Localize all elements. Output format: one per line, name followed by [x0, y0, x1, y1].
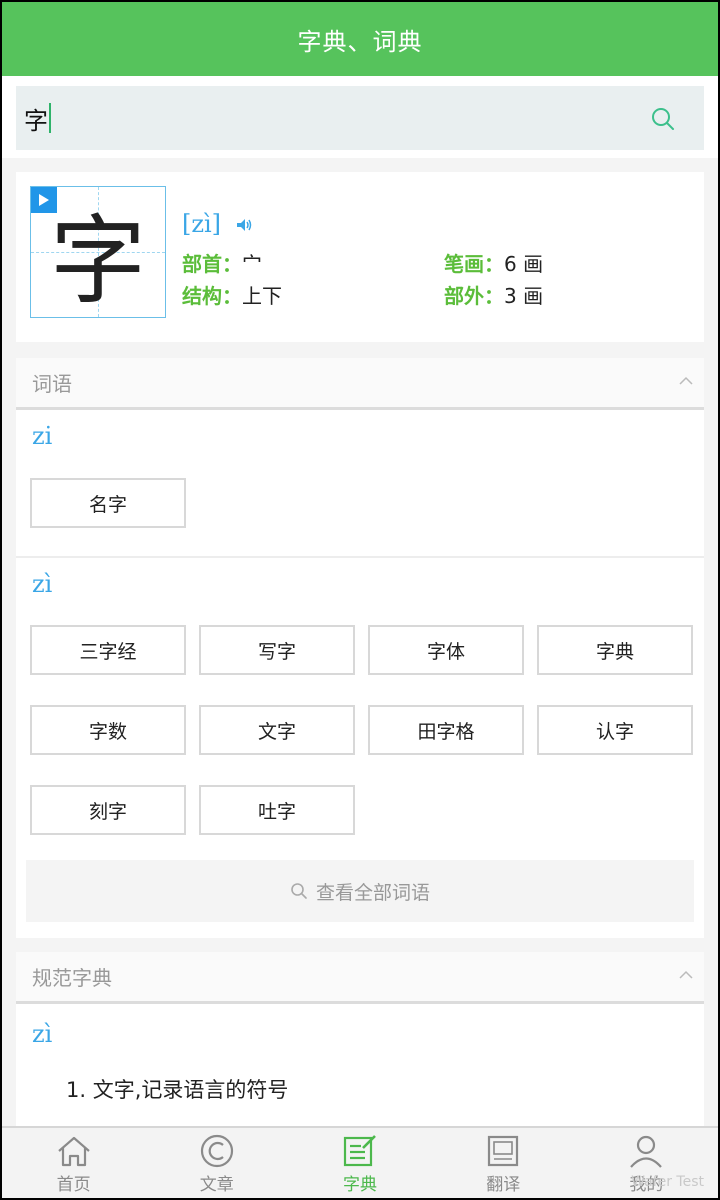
word-button[interactable]: 字体: [368, 625, 524, 675]
play-icon: [39, 194, 49, 206]
text-caret: [49, 103, 51, 133]
bottom-navigation: 首页 文章 字典 翻译 我的: [2, 1126, 718, 1198]
structure-label: 结构：: [182, 284, 242, 308]
word-button[interactable]: 刻字: [30, 785, 186, 835]
view-all-words-button[interactable]: 查看全部词语: [26, 860, 694, 922]
words-section-header[interactable]: 词语: [16, 358, 704, 410]
chevron-up-icon[interactable]: [678, 970, 694, 980]
user-icon: [630, 1135, 663, 1168]
structure-row: 结构：上下: [182, 280, 282, 309]
translate-card-icon: [488, 1135, 519, 1167]
search-input[interactable]: 字: [16, 86, 704, 150]
strokes-label: 笔画：: [444, 252, 504, 276]
word-button[interactable]: 文字: [199, 705, 355, 755]
character-card: 字 [zì] 部首：宀 笔画：6 画 结构：上下 部外：3 画: [16, 172, 704, 342]
word-button[interactable]: 写字: [199, 625, 355, 675]
search-icon: [291, 883, 307, 899]
chevron-up-icon[interactable]: [678, 376, 694, 386]
character-grid: 字: [30, 186, 166, 318]
pinyin-group-label: zì: [32, 570, 53, 598]
nav-item-articles[interactable]: 文章: [145, 1128, 288, 1198]
group-divider: [16, 556, 704, 558]
dictionary-section-header[interactable]: 规范字典: [16, 952, 704, 1004]
definition-item: 1. 文字,记录语言的符号: [66, 1078, 289, 1102]
app-header: 字典、词典: [2, 2, 718, 76]
extra-strokes-row: 部外：3 画: [444, 280, 543, 309]
dictionary-pinyin: zì: [32, 1020, 53, 1048]
extra-strokes-value: 3 画: [504, 284, 544, 308]
pinyin-group-label: zi: [32, 422, 53, 450]
view-all-label: 查看全部词语: [315, 881, 430, 904]
radical-value: 宀: [242, 252, 262, 276]
word-button[interactable]: 名字: [30, 478, 186, 528]
search-input-value: 字: [24, 106, 48, 135]
words-section: 词语 zi 名字 zì 三字经 写字 字体 字典 字数 文字 田字格 认字 刻字…: [16, 358, 704, 938]
radical-row: 部首：宀: [182, 248, 262, 277]
word-button[interactable]: 字典: [537, 625, 693, 675]
home-icon: [57, 1136, 90, 1167]
search-icon[interactable]: [650, 106, 676, 132]
speaker-icon[interactable]: [236, 218, 254, 232]
strokes-row: 笔画：6 画: [444, 248, 543, 277]
copyright-icon: [200, 1134, 233, 1168]
words-section-title: 词语: [32, 372, 72, 396]
nav-label: 翻译: [486, 1175, 521, 1195]
nav-label: 文章: [199, 1175, 234, 1195]
character-pinyin: [zì]: [182, 210, 222, 238]
app-frame: 字典、词典 字 字 [zì] 部首：宀 笔画：6 画 结构：上下 部外：3 画 …: [2, 2, 718, 1198]
extra-strokes-label: 部外：: [444, 284, 504, 308]
word-button[interactable]: 三字经: [30, 625, 186, 675]
word-button[interactable]: 字数: [30, 705, 186, 755]
word-button[interactable]: 吐字: [199, 785, 355, 835]
nav-item-home[interactable]: 首页: [2, 1128, 145, 1198]
word-button[interactable]: 田字格: [368, 705, 524, 755]
nav-item-translate[interactable]: 翻译: [432, 1128, 575, 1198]
edit-note-icon: [343, 1135, 376, 1167]
radical-label: 部首：: [182, 252, 242, 276]
search-bar: 字: [2, 76, 718, 158]
word-button[interactable]: 认字: [537, 705, 693, 755]
nav-label: 首页: [56, 1175, 91, 1195]
nav-label: 字典: [343, 1175, 377, 1195]
page-title: 字典、词典: [297, 27, 423, 56]
play-stroke-button[interactable]: [31, 187, 57, 213]
watermark: Wafer Test: [631, 1174, 704, 1190]
strokes-value: 6 画: [504, 252, 544, 276]
structure-value: 上下: [242, 284, 282, 308]
dictionary-section-title: 规范字典: [32, 966, 112, 990]
nav-item-dictionary[interactable]: 字典: [288, 1128, 431, 1198]
